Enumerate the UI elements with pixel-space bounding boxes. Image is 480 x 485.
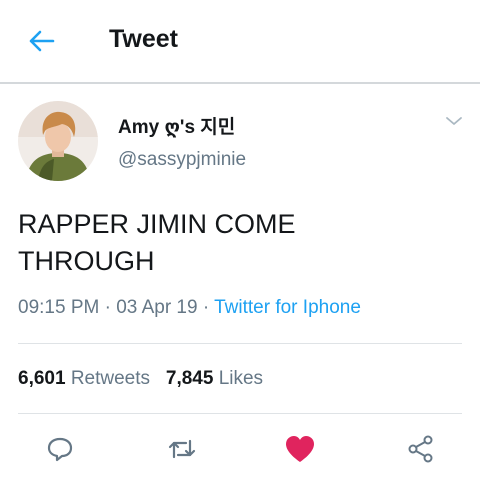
tweet-source-link[interactable]: Twitter for Iphone [214,297,361,318]
top-bar: Tweet [0,0,480,82]
tweet-menu-button[interactable] [444,113,464,129]
divider [18,413,462,414]
heart-icon [286,436,314,462]
tweet-stats: 6,601 Retweets 7,845 Likes [18,368,263,390]
tweet-time: 09:15 PM [18,297,100,318]
reply-icon [47,437,73,462]
meta-separator: · [104,297,111,318]
likes-count: 7,845 [165,368,214,389]
retweet-button[interactable] [165,432,199,466]
chevron-down-icon [446,117,462,125]
divider [18,343,462,344]
author-name[interactable]: Amy ღ's 지민 [118,112,235,139]
back-button[interactable] [24,26,58,56]
retweets-stat[interactable]: 6,601 Retweets [18,368,150,389]
author-handle[interactable]: @sassypjminie [118,149,246,171]
likes-label: Likes [218,368,264,389]
arrow-left-icon [29,30,55,52]
page-title: Tweet [109,25,178,53]
retweet-icon [168,439,196,459]
tweet-text: RAPPER JIMIN COME THROUGH [18,206,458,280]
tweet-text-line: RAPPER JIMIN COME [18,209,296,239]
tweet-text-line: THROUGH [18,246,155,276]
like-button[interactable] [283,432,317,466]
meta-separator: · [202,297,210,318]
header-divider [0,82,480,84]
tweet-meta: 09:15 PM · 03 Apr 19 · Twitter for Iphon… [18,297,361,319]
share-button[interactable] [404,432,438,466]
reply-button[interactable] [43,432,77,466]
avatar[interactable] [18,101,98,181]
tweet-date: 03 Apr 19 [116,297,198,318]
retweets-label: Retweets [70,368,151,389]
likes-stat[interactable]: 7,845 Likes [166,368,263,389]
share-icon [408,435,433,463]
retweets-count: 6,601 [18,368,66,389]
